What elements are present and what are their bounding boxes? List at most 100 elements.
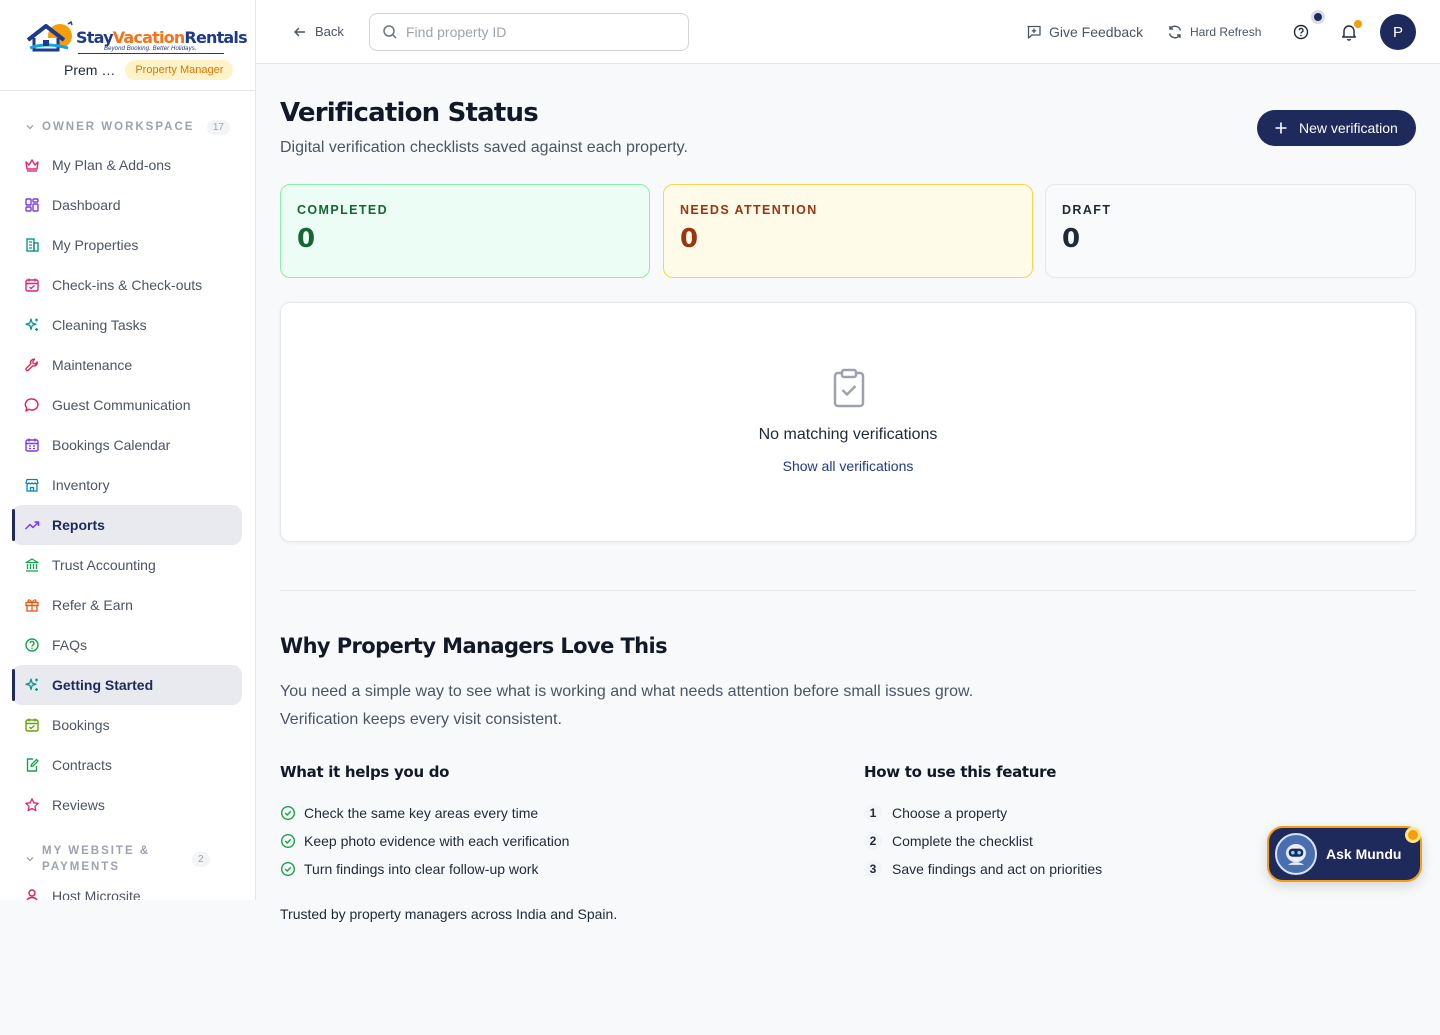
sidebar-item-label: Bookings Calendar (52, 437, 171, 453)
new-verification-button[interactable]: New verification (1257, 110, 1416, 146)
step-number: 1 (864, 804, 882, 822)
logo-underline (78, 53, 224, 54)
sidebar-item-label: My Plan & Add-ons (52, 157, 172, 173)
section-owner-workspace[interactable]: OWNER WORKSPACE 17 (0, 119, 255, 135)
section-count: 17 (206, 119, 230, 135)
sidebar-nav: OWNER WORKSPACE 17 My Plan & Add-ons Das… (0, 91, 255, 900)
helps-title: What it helps you do (280, 763, 450, 781)
ask-mundu-button[interactable]: Ask Mundu (1267, 826, 1422, 882)
chat-icon (24, 398, 39, 412)
why-section-title: Why Property Managers Love This (280, 634, 668, 658)
stat-card-draft[interactable]: DRAFT 0 (1045, 184, 1416, 278)
list-item-text: Choose a property (892, 805, 1008, 821)
calendar-check-icon (25, 718, 39, 732)
arrow-left-icon (294, 27, 305, 36)
list-item: 1 Choose a property (864, 799, 1102, 827)
sidebar-item-getting-started[interactable]: Getting Started (12, 665, 242, 705)
help-indicator-dot (1311, 10, 1325, 24)
logo-text: StayVacationRentals (76, 28, 248, 47)
logo-tagline: Beyond Booking. Better Holidays. (104, 46, 197, 52)
step-number: 2 (864, 832, 882, 850)
sidebar-item-label: Host Microsite (52, 888, 141, 900)
list-item-text: Save findings and act on priorities (892, 861, 1103, 877)
stat-value: 0 (680, 224, 699, 254)
sidebar-item-dashboard[interactable]: Dashboard (12, 185, 242, 225)
search-input[interactable] (406, 24, 666, 40)
list-item-text: Turn findings into clear follow-up work (304, 861, 539, 877)
sidebar-item-my-properties[interactable]: My Properties (12, 225, 242, 265)
dashboard-icon (25, 198, 39, 212)
sidebar-item-label: Bookings (52, 717, 110, 733)
helps-list: Check the same key areas every time Keep… (280, 799, 569, 883)
give-feedback-button[interactable]: Give Feedback (1026, 24, 1143, 40)
sidebar-item-label: FAQs (52, 637, 88, 653)
help-circle-icon (25, 638, 39, 652)
logo-house-icon (26, 20, 73, 52)
sidebar-item-trust-accounting[interactable]: Trust Accounting (12, 545, 242, 585)
empty-state-title: No matching verifications (758, 426, 938, 443)
sidebar-item-label: Trust Accounting (52, 557, 156, 573)
notification-badge (1354, 20, 1362, 28)
step-number: 3 (864, 860, 882, 878)
sidebar-item-label: Check-ins & Check-outs (52, 277, 203, 293)
clipboard-check-icon (833, 368, 865, 408)
back-button[interactable]: Back (293, 24, 344, 39)
chevron-down-icon (26, 857, 34, 862)
sidebar-item-guest-communication[interactable]: Guest Communication (12, 385, 242, 425)
sidebar-item-bookings-calendar[interactable]: Bookings Calendar (12, 425, 242, 465)
robot-avatar-icon (1275, 833, 1317, 875)
brand-header: StayVacationRentals Beyond Booking. Bett… (0, 0, 255, 91)
search-box[interactable] (369, 13, 689, 51)
sidebar-item-host-microsite[interactable]: Host Microsite (12, 879, 242, 900)
sidebar-item-bookings[interactable]: Bookings (12, 705, 242, 745)
sidebar-item-cleaning-tasks[interactable]: Cleaning Tasks (12, 305, 242, 345)
user-name: Prem … (64, 62, 116, 78)
store-icon (25, 478, 39, 492)
sidebar-item-reports[interactable]: Reports (12, 505, 242, 545)
sidebar-item-label: Contracts (52, 757, 112, 773)
sidebar-item-label: Reports (52, 517, 105, 533)
sidebar-item-maintenance[interactable]: Maintenance (12, 345, 242, 385)
user-info: Prem … Property Manager (64, 60, 234, 80)
list-item-text: Check the same key areas every time (304, 805, 539, 821)
why-desc-line: Verification keeps every visit consisten… (280, 711, 562, 728)
calendar-icon (25, 438, 39, 452)
sidebar-item-reviews[interactable]: Reviews (12, 785, 242, 825)
help-button[interactable] (1293, 24, 1309, 40)
user-icon (26, 889, 38, 900)
stat-card-completed[interactable]: COMPLETED 0 (280, 184, 650, 278)
sidebar: StayVacationRentals Beyond Booking. Bett… (0, 0, 256, 900)
section-label: OWNER WORKSPACE (42, 121, 195, 133)
show-all-verifications-link[interactable]: Show all verifications (281, 458, 1415, 474)
list-item: Turn findings into clear follow-up work (280, 855, 569, 883)
help-circle-icon (1293, 24, 1309, 40)
hard-refresh-button[interactable]: Hard Refresh (1167, 24, 1261, 40)
sidebar-item-refer-earn[interactable]: Refer & Earn (12, 585, 242, 625)
why-section-description: You need a simple way to see what is wor… (280, 678, 1040, 734)
sidebar-item-inventory[interactable]: Inventory (12, 465, 242, 505)
stat-card-needs-attention[interactable]: NEEDS ATTENTION 0 (663, 184, 1033, 278)
trusted-by-text: Trusted by property managers across Indi… (280, 906, 618, 922)
check-circle-icon (280, 861, 296, 877)
list-item: Keep photo evidence with each verificati… (280, 827, 569, 855)
stat-label: COMPLETED (297, 203, 389, 217)
sidebar-item-contracts[interactable]: Contracts (12, 745, 242, 785)
section-divider (280, 590, 1416, 591)
sidebar-item-faqs[interactable]: FAQs (12, 625, 242, 665)
gift-icon (25, 599, 39, 612)
why-desc-line: You need a simple way to see what is wor… (280, 683, 974, 700)
sidebar-item-label: Getting Started (52, 677, 154, 693)
bank-icon (25, 558, 39, 572)
list-item: 2 Complete the checklist (864, 827, 1102, 855)
avatar[interactable]: P (1380, 14, 1416, 50)
sparkles-icon (25, 678, 38, 691)
message-plus-icon (1027, 25, 1041, 39)
stat-label: DRAFT (1062, 203, 1112, 217)
sidebar-item-my-plan[interactable]: My Plan & Add-ons (12, 145, 242, 185)
sidebar-item-check-ins[interactable]: Check-ins & Check-outs (12, 265, 242, 305)
refresh-icon (1168, 25, 1182, 39)
calendar-check-icon (25, 278, 39, 292)
role-badge: Property Manager (125, 60, 234, 80)
section-my-website-payments[interactable]: MY WEBSITE & PAYMENTS 2 (0, 843, 255, 875)
sidebar-item-label: Maintenance (52, 357, 133, 373)
